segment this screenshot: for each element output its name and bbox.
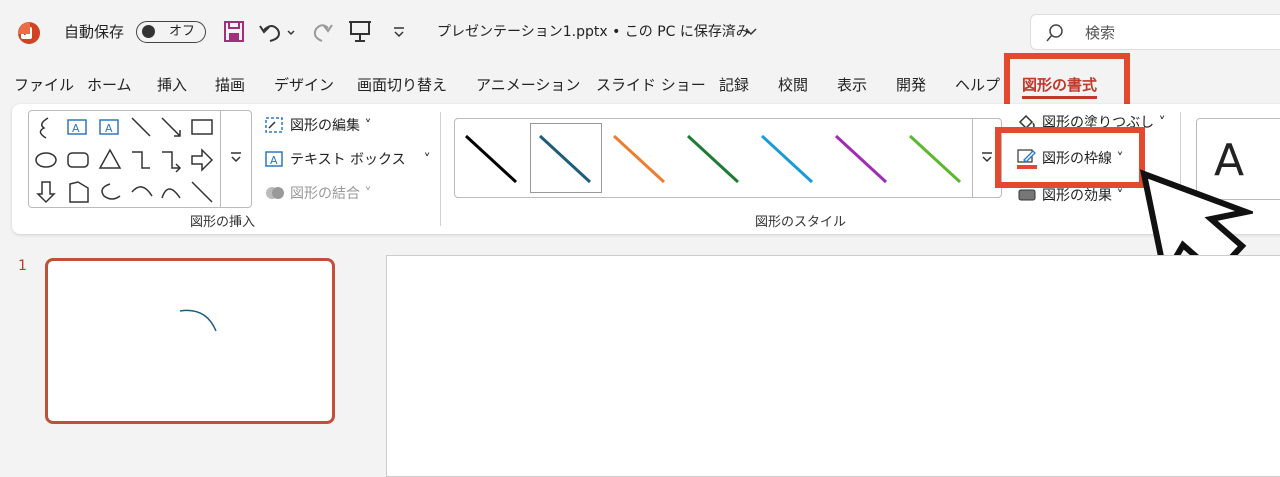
text-box-button[interactable]: テキスト ボックス ˅ [290,150,431,170]
tab-home[interactable]: ホーム [87,74,132,96]
search-box[interactable]: 検索 [1030,14,1280,50]
svg-text:A: A [270,154,278,167]
slide-number: 1 [18,258,27,274]
merge-shapes-icon [266,187,284,199]
search-placeholder: 検索 [1085,24,1116,42]
powerpoint-logo-icon: P [18,22,40,44]
style-preset-line-7[interactable] [908,134,962,184]
pentagon-shape-icon [69,181,89,203]
tab-review[interactable]: 校閲 [778,74,808,96]
svg-text:A: A [105,122,113,135]
tab-help[interactable]: ヘルプ [955,74,1000,96]
style-preset-line-4[interactable] [686,134,740,184]
autosave-state: オフ [169,24,196,39]
undo-icon[interactable] [258,20,298,44]
merge-shapes-label: 図形の結合 [290,186,360,202]
tab-developer[interactable]: 開発 [896,74,926,96]
svg-text:A: A [72,122,80,135]
styles-more-icon [982,152,992,163]
elbow-connector-shape-icon [132,151,150,169]
line-shape-icon [131,117,151,137]
style-preset-line-3[interactable] [612,134,666,184]
chevron-down-icon[interactable] [744,26,758,38]
document-title[interactable]: プレゼンテーション1.pptx • この PC に保存済み [437,22,750,42]
edit-shape-button[interactable]: 図形の編集 ˅ [290,116,371,136]
rounded-rectangle-shape-icon [67,152,89,168]
group-separator [440,112,441,226]
toggle-knob [142,25,155,38]
style-preset-line-1[interactable] [464,134,518,184]
merge-shapes-button[interactable]: 図形の結合 ˅ [290,184,371,204]
text-box-label: テキスト ボックス [290,152,406,168]
autosave-toggle[interactable]: オフ [136,21,206,43]
search-icon [1046,24,1063,42]
tab-slideshow[interactable]: スライド ショー [596,74,706,96]
insert-shapes-group-label: 図形の挿入 [190,215,256,230]
curve-shape-icon [161,188,181,199]
shape-outline-label: 図形の枠線 [1042,151,1112,167]
text-box-icon: A [265,151,283,167]
shape-style-lines [464,134,962,184]
arrow-shape-icon [161,117,181,137]
style-preset-line-2[interactable] [538,134,592,184]
slide-canvas[interactable] [386,255,1280,477]
tab-view[interactable]: 表示 [837,74,867,96]
tab-insert[interactable]: 挿入 [157,74,187,96]
edit-shape-icon [265,117,283,133]
start-slideshow-icon[interactable] [348,19,374,45]
shape-effects-icon [1018,189,1036,201]
right-arrow-shape-icon [191,148,214,172]
scribble-shape-icon [101,183,121,200]
shape-outline-icon [1017,149,1037,169]
triangle-shape-icon [98,148,122,169]
shape-styles-group-label: 図形のスタイル [755,215,847,230]
down-arrow-shape-icon [36,181,56,204]
style-preset-line-5[interactable] [760,134,814,184]
tab-animations[interactable]: アニメーション [476,74,580,96]
freeform-arrow-shape-icon [39,117,49,139]
tab-record[interactable]: 記録 [719,74,749,96]
tab-design[interactable]: デザイン [274,74,334,96]
oval-shape-icon [35,152,57,168]
shape-outline-button[interactable]: 図形の枠線 ˅ [1042,149,1123,169]
tab-draw[interactable]: 描画 [215,74,245,96]
shapes-gallery-grid: A A [35,117,214,204]
elbow-arrow-connector-shape-icon [162,151,182,173]
autosave-label: 自動保存 [64,23,125,41]
tab-transitions[interactable]: 画面切り替え [357,74,447,96]
gallery-more-icon [231,152,241,163]
shape-effects-button[interactable]: 図形の効果 ˅ [1042,186,1123,206]
style-preset-line-6[interactable] [834,134,888,184]
redo-icon[interactable] [310,20,334,44]
customize-toolbar-icon[interactable] [392,26,406,38]
line-shape-2-icon [191,181,213,203]
rectangle-shape-icon [191,119,213,135]
thumbnail-arc-shape [179,309,217,332]
tab-file[interactable]: ファイル [14,74,74,96]
tab-shape-format[interactable]: 図形の書式 [1022,74,1098,99]
edit-shape-label: 図形の編集 [290,118,360,134]
shape-effects-label: 図形の効果 [1042,188,1112,204]
save-icon[interactable] [223,20,245,44]
arc-shape-icon [131,186,153,197]
slide-thumbnail[interactable] [45,258,335,424]
